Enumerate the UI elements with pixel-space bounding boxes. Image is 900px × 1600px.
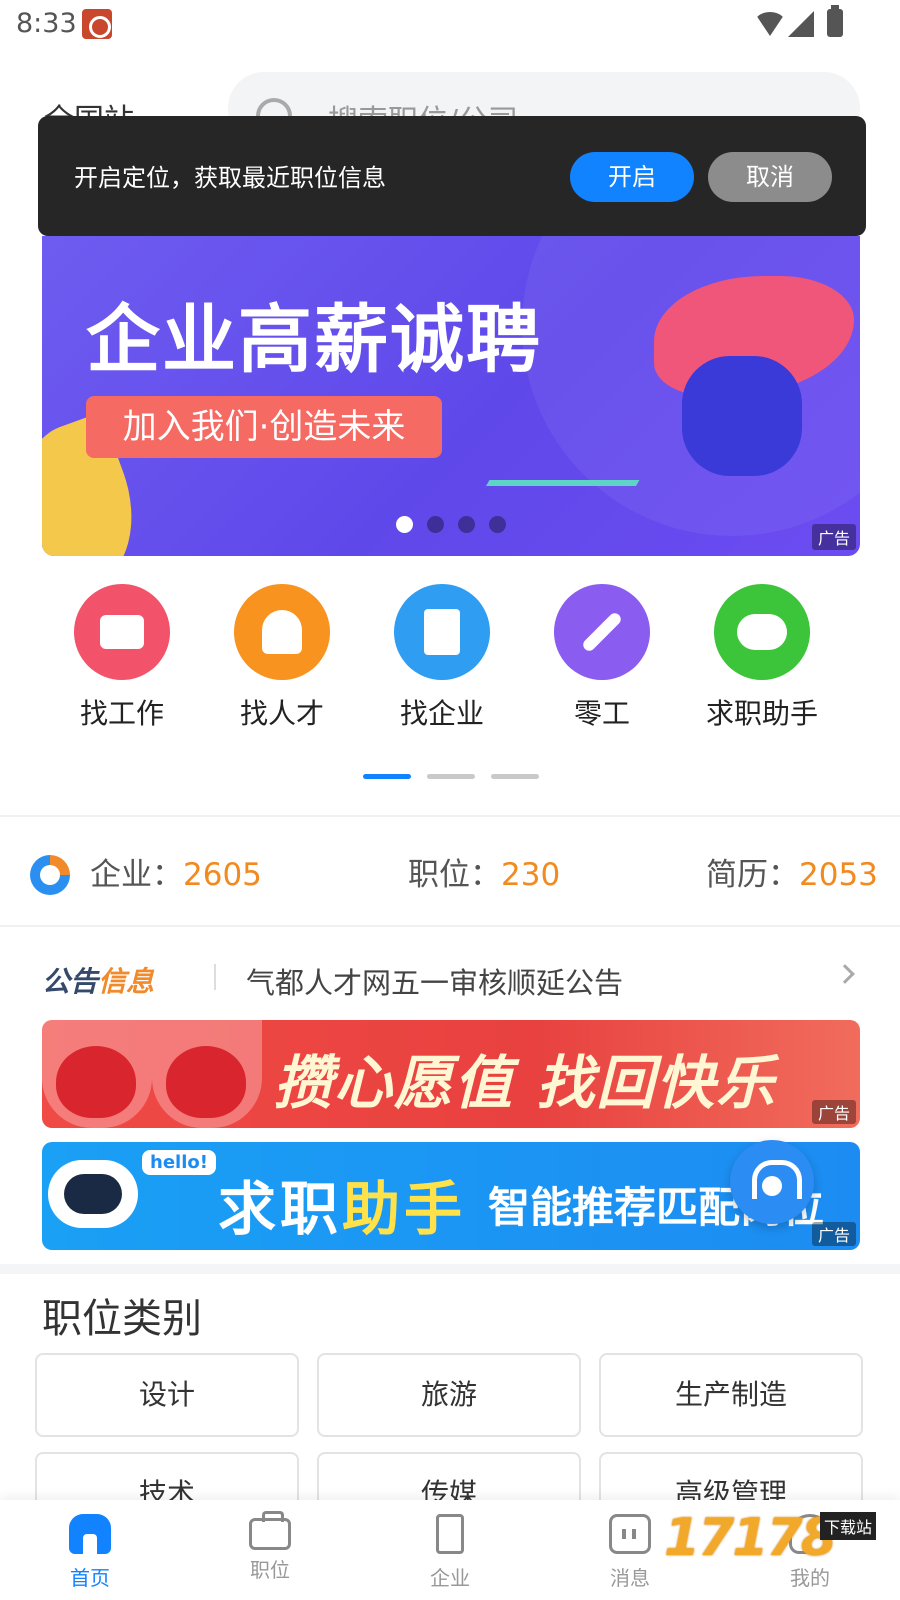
divider <box>214 964 216 990</box>
home-icon <box>69 1514 111 1554</box>
quick-item-label: 找企业 <box>399 697 484 730</box>
banner-title: 企业高薪诚聘 <box>86 297 542 383</box>
location-permission-popup: 开启定位，获取最近职位信息 开启 取消 <box>38 116 866 236</box>
status-bar: 8:33 <box>0 0 900 50</box>
stat-label: 企业： <box>90 857 183 893</box>
quick-circle <box>74 584 170 680</box>
pie-chart-icon <box>30 855 70 895</box>
section-divider <box>0 1264 900 1274</box>
quick-menu-pager <box>363 774 539 779</box>
stat-label: 职位： <box>408 857 501 893</box>
battery-icon <box>827 5 843 37</box>
ad-slogan-part2: 助手 <box>342 1175 467 1243</box>
quick-item-find-talent[interactable]: 找人才 <box>202 584 362 732</box>
cancel-location-button[interactable]: 取消 <box>708 152 832 202</box>
stat-enterprise: 企业：2605 <box>90 849 262 894</box>
ad-slogan: 攒心愿值 找回快乐 <box>274 1049 777 1117</box>
quick-item-label: 求职助手 <box>705 697 818 730</box>
banner-dot[interactable] <box>489 516 506 533</box>
notice-logo: 公告信息 <box>42 960 154 1000</box>
notice-row[interactable]: 公告信息 气都人才网五一审核顺延公告 <box>0 952 900 1002</box>
category-button[interactable]: 旅游 <box>317 1353 581 1437</box>
stats-card: 企业：2605 职位：230 简历：2053 <box>0 815 900 927</box>
nav-label: 职位 <box>250 1558 290 1582</box>
location-message: 开启定位，获取最近职位信息 <box>74 164 386 192</box>
quick-item-label: 找工作 <box>79 697 164 730</box>
woman-body-illustration <box>682 356 802 476</box>
nav-home[interactable]: 首页 <box>20 1514 160 1591</box>
notice-text: 气都人才网五一审核顺延公告 <box>246 966 624 1000</box>
quick-item-find-job[interactable]: 找工作 <box>42 584 202 732</box>
quick-circle <box>554 584 650 680</box>
category-button[interactable]: 生产制造 <box>599 1353 863 1437</box>
quick-item-label: 找人才 <box>239 697 324 730</box>
briefcase-icon <box>249 1511 291 1550</box>
stat-label: 简历： <box>706 857 799 893</box>
quick-menu: 找工作 找人才 找企业 零工 求职助手 <box>0 584 900 730</box>
ad-slogan: 求职助手 <box>218 1162 466 1246</box>
stat-positions: 职位：230 <box>408 849 560 894</box>
robot-icon <box>737 614 787 650</box>
ad-slogan-part1: 求职 <box>218 1175 343 1243</box>
quick-circle <box>394 584 490 680</box>
status-time: 8:33 <box>16 8 77 39</box>
quick-item-find-company[interactable]: 找企业 <box>362 584 522 732</box>
signal-icon <box>788 11 814 37</box>
banner-dot[interactable] <box>427 516 444 533</box>
pager-indicator <box>427 774 475 779</box>
quick-circle <box>714 584 810 680</box>
notice-logo-part1: 公告 <box>42 965 99 998</box>
robot-illustration <box>48 1160 138 1228</box>
pager-indicator <box>491 774 539 779</box>
stat-value: 230 <box>501 857 561 893</box>
stat-value: 2053 <box>799 857 878 893</box>
wifi-icon <box>754 12 786 36</box>
quick-item-label: 零工 <box>573 697 630 730</box>
nav-label: 企业 <box>430 1566 470 1590</box>
pager-indicator <box>363 774 411 779</box>
building-icon <box>436 1514 464 1554</box>
wrench-icon <box>580 610 624 654</box>
stat-value: 2605 <box>183 857 262 893</box>
chevron-right-icon <box>835 964 855 984</box>
robot-face <box>64 1174 122 1214</box>
hello-tag: hello! <box>142 1150 216 1175</box>
heart-illustration <box>56 1046 136 1118</box>
notice-logo-part2: 信息 <box>98 965 155 998</box>
briefcase-icon <box>100 615 144 649</box>
nav-label: 首页 <box>70 1566 110 1590</box>
quick-circle <box>234 584 330 680</box>
category-button[interactable]: 设计 <box>35 1353 299 1437</box>
quick-item-gig[interactable]: 零工 <box>522 584 682 732</box>
quick-item-job-assistant[interactable]: 求职助手 <box>682 584 842 732</box>
nav-positions[interactable]: 职位 <box>200 1511 340 1583</box>
banner-dot[interactable] <box>458 516 475 533</box>
watermark-logo: 17178 <box>664 1508 837 1568</box>
ad-tag: 广告 <box>811 1100 856 1124</box>
customer-service-button[interactable] <box>730 1140 814 1224</box>
banner-pagination <box>396 516 506 533</box>
person-icon <box>262 610 302 654</box>
section-title: 职位类别 <box>42 1296 202 1342</box>
enable-location-button[interactable]: 开启 <box>570 152 694 202</box>
main-banner[interactable]: 企业高薪诚聘 加入我们·创造未来 广告 <box>42 236 860 556</box>
watermark-tag: 下载站 <box>820 1512 877 1540</box>
wish-ad-banner[interactable]: 攒心愿值 找回快乐 广告 <box>42 1020 860 1128</box>
message-icon <box>609 1514 651 1554</box>
heart-illustration <box>166 1046 246 1118</box>
ad-tag: 广告 <box>811 524 856 550</box>
nav-companies[interactable]: 企业 <box>380 1514 520 1591</box>
notification-app-icon <box>82 9 112 39</box>
ad-tag: 广告 <box>811 1222 856 1246</box>
banner-subtitle: 加入我们·创造未来 <box>86 396 442 458</box>
building-icon <box>424 609 460 655</box>
banner-dot[interactable] <box>396 516 413 533</box>
stat-resumes: 简历：2053 <box>706 849 878 894</box>
